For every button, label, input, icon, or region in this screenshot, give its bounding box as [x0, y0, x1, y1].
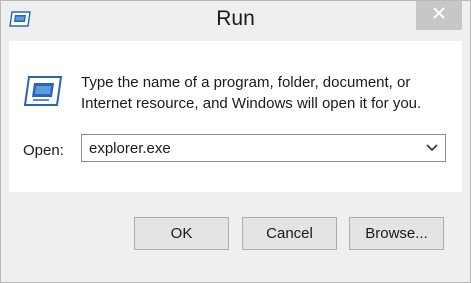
open-label: Open: [23, 142, 64, 159]
cancel-button[interactable]: Cancel [242, 217, 337, 250]
open-input[interactable]: explorer.exe [89, 140, 171, 157]
run-dialog-window: Run Type the name of a program, folder, … [0, 0, 471, 283]
close-icon [432, 6, 446, 25]
open-combobox[interactable]: explorer.exe [81, 134, 446, 162]
browse-button[interactable]: Browse... [349, 217, 444, 250]
window-title: Run [216, 7, 255, 30]
dialog-body: Type the name of a program, folder, docu… [9, 41, 462, 192]
run-icon [23, 75, 63, 107]
ok-button[interactable]: OK [134, 217, 229, 250]
chevron-down-icon[interactable] [423, 139, 441, 157]
dialog-description: Type the name of a program, folder, docu… [81, 74, 422, 112]
title-bar: Run [1, 1, 470, 41]
close-button[interactable] [416, 1, 462, 30]
